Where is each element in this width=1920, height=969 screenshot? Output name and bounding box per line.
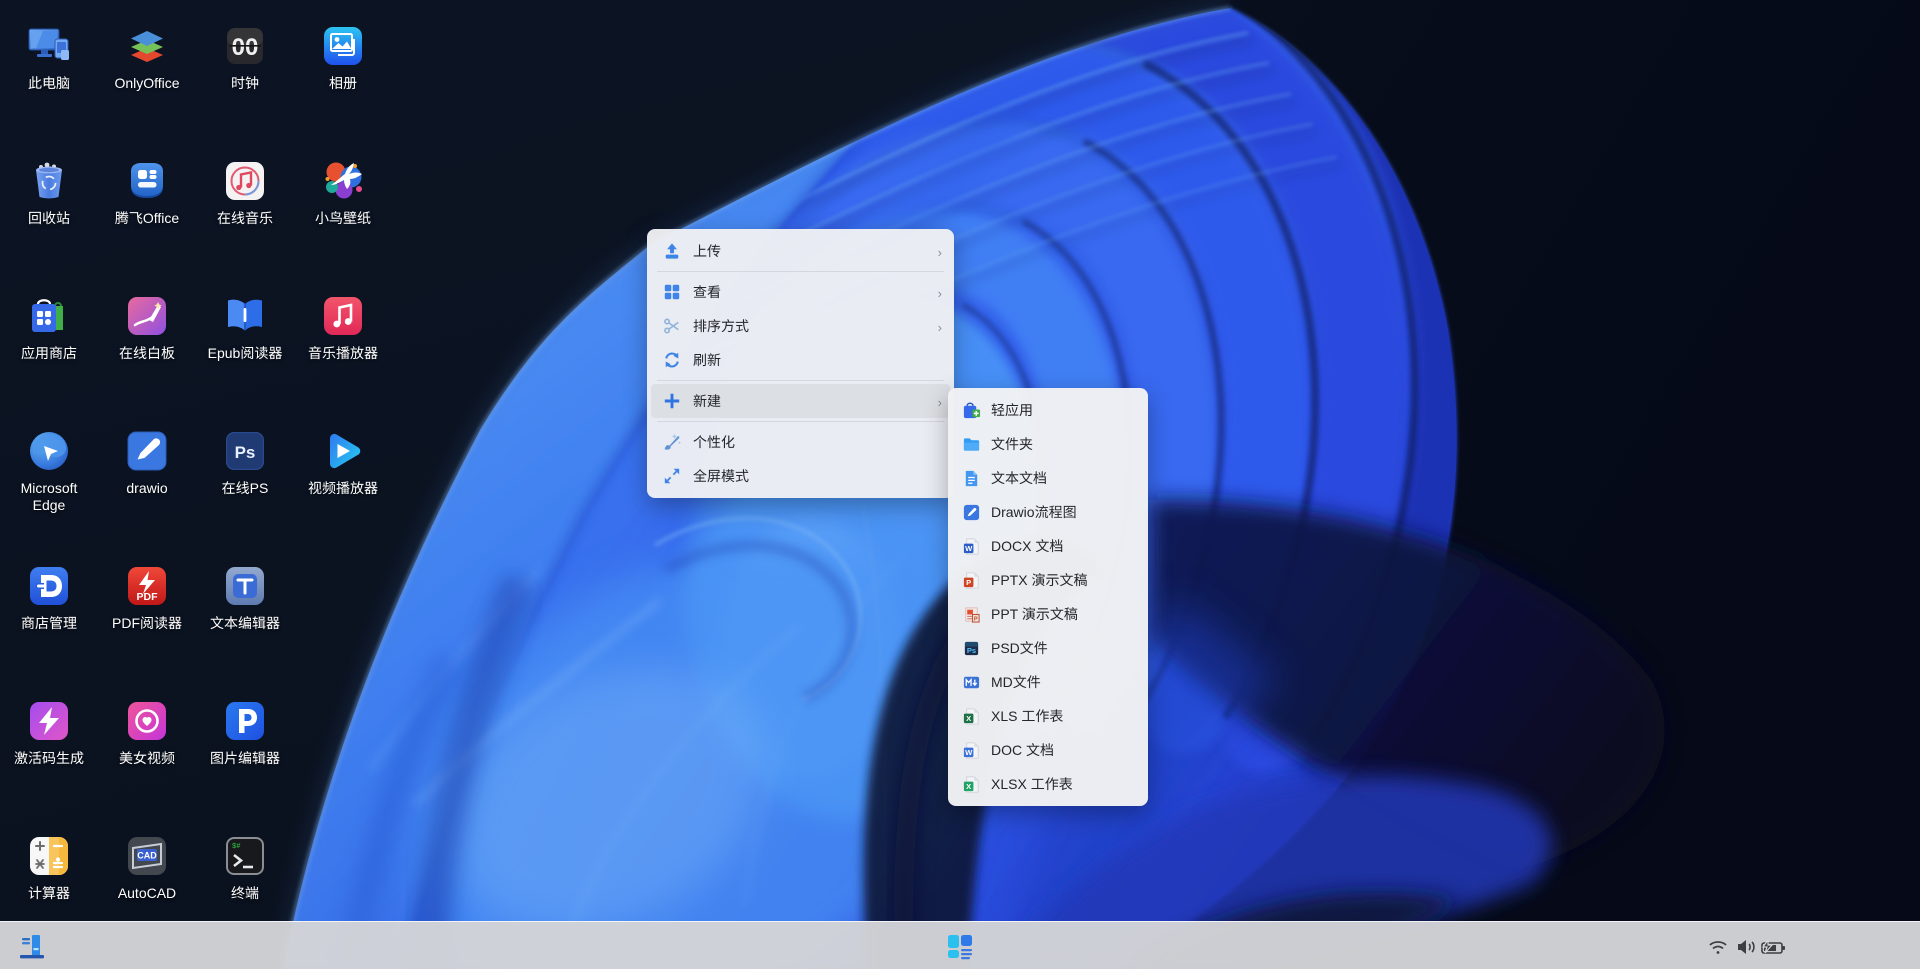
svg-text:P: P bbox=[974, 616, 978, 622]
svg-text:Ps: Ps bbox=[967, 645, 976, 654]
svg-text:00: 00 bbox=[232, 34, 259, 61]
svg-text:P: P bbox=[966, 578, 971, 587]
svg-text:X: X bbox=[966, 714, 971, 723]
svg-text:$#: $# bbox=[232, 843, 240, 851]
svg-text:W: W bbox=[965, 544, 973, 553]
svg-text:W: W bbox=[965, 748, 973, 757]
svg-text:CAD: CAD bbox=[137, 851, 157, 861]
svg-text:X: X bbox=[966, 782, 971, 791]
svg-text:Ps: Ps bbox=[235, 443, 256, 462]
svg-text:PDF: PDF bbox=[137, 591, 159, 603]
